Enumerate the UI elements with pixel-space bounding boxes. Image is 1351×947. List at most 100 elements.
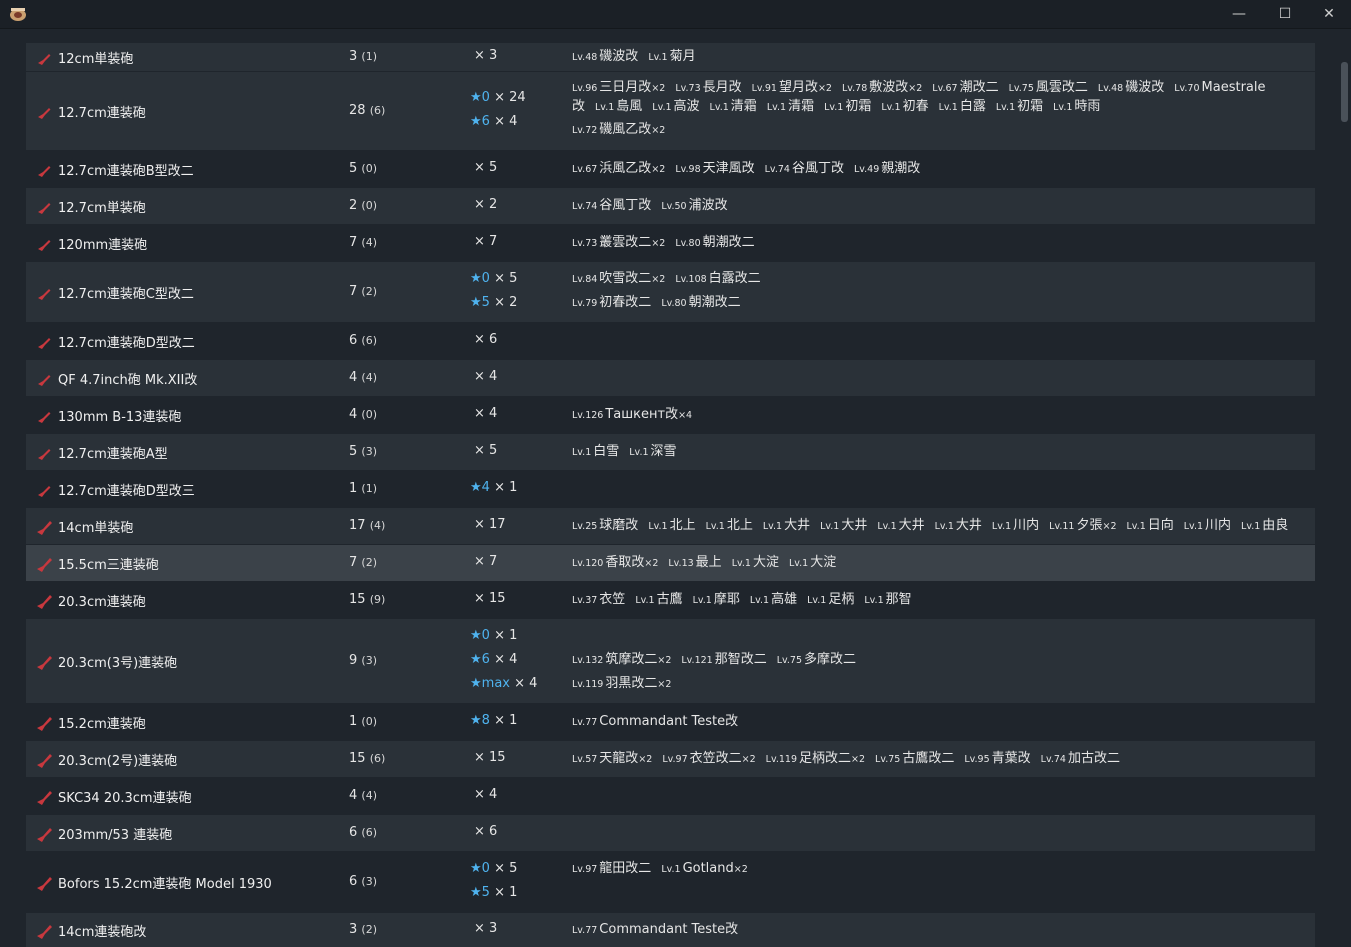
- equipment-name: 12.7cm連装砲A型: [58, 447, 168, 462]
- ship-entry: Lv.1 初霜: [824, 99, 871, 114]
- ship-entry: Lv.57 天龍改×2: [572, 751, 652, 766]
- ship-level: Lv.80: [661, 298, 687, 309]
- equipment-row[interactable]: 12.7cm連装砲C型改二 7 (2) ★0 × 5 ★5 × 2 Lv.84 吹雪改二×…: [26, 262, 1315, 322]
- ship-entry: Lv.97 龍田改二: [572, 861, 651, 876]
- improvement-count: × 1: [494, 628, 518, 643]
- equipment-count: 7 (4): [349, 235, 377, 250]
- equipment-row[interactable]: 15.2cm連装砲 1 (0) ★8 × 1 Lv.77 Commandant Test…: [26, 704, 1315, 740]
- ship-level: Lv.1: [709, 102, 729, 113]
- equipment-row[interactable]: 12.7cm連装砲D型改三 1 (1) ★4 × 1: [26, 471, 1315, 507]
- ship-name: 高雄: [771, 592, 798, 607]
- ship-multiplier: ×2: [817, 83, 832, 94]
- ship-multiplier: ×2: [644, 558, 659, 569]
- gun-icon: [37, 595, 52, 609]
- improvement-count: × 1: [494, 885, 518, 900]
- equipment-row[interactable]: 20.3cm(3号)連装砲 9 (3) ★0 × 1 ★6 × 4 ★max × 4 Lv…: [26, 619, 1315, 703]
- ship-name: 初霜: [1017, 99, 1044, 114]
- improvement-level: × 5: [474, 443, 497, 458]
- ship-level: Lv.48: [572, 52, 598, 63]
- equipment-row[interactable]: 20.3cm連装砲 15 (9) × 15 Lv.37 衣笠 Lv.1 古鷹 Lv.1 摩耶 L…: [26, 582, 1315, 618]
- count-total: 5: [349, 444, 358, 459]
- ship-name: 那智: [885, 592, 912, 607]
- equipment-row[interactable]: 12.7cm連装砲A型 5 (3) × 5 Lv.1 白雪 Lv.1 深雪: [26, 434, 1315, 470]
- ship-entry: Lv.97 衣笠改二×2: [662, 751, 755, 766]
- ship-name: 望月改: [778, 80, 818, 95]
- equipment-row[interactable]: 130mm B-13連装砲 4 (0) × 4 Lv.126 Ташкент改×4: [26, 397, 1315, 433]
- ship-level: Lv.1: [635, 595, 655, 606]
- ship-name: 衣笠: [599, 592, 626, 607]
- count-total: 9: [349, 653, 358, 668]
- improvement-level: × 3: [474, 48, 497, 63]
- scrollbar-thumb[interactable]: [1341, 62, 1348, 122]
- equipment-row[interactable]: 15.5cm三連装砲 7 (2) × 7 Lv.120 香取改×2 Lv.13 最上 Lv.…: [26, 545, 1315, 581]
- count-total: 6: [349, 874, 358, 889]
- improvement-level: ★6 × 4: [470, 114, 517, 129]
- ship-entry: Lv.77 Commandant Teste改: [572, 922, 738, 937]
- gun-icon: [37, 558, 52, 572]
- scrollbar-track[interactable]: [1337, 29, 1351, 947]
- count-locked: (6): [369, 104, 386, 117]
- ship-level: Lv.1: [731, 558, 751, 569]
- ship-level: Lv.1: [648, 52, 668, 63]
- equipment-row[interactable]: 20.3cm(2号)連装砲 15 (6) × 15 Lv.57 天龍改×2 Lv.97 衣…: [26, 741, 1315, 777]
- equipment-row[interactable]: 12.7cm連装砲 28 (6) ★0 × 24 ★6 × 4 Lv.96 三日月改×2 L…: [26, 72, 1315, 150]
- ship-level: Lv.73: [675, 83, 701, 94]
- equipment-row[interactable]: 120mm連装砲 7 (4) × 7 Lv.73 叢雲改二×2 Lv.80 朝潮改二: [26, 225, 1315, 261]
- ship-entry: Lv.75 風雲改二: [1009, 80, 1088, 95]
- ship-list: Lv.37 衣笠 Lv.1 古鷹 Lv.1 摩耶 Lv.1 高雄 Lv.1 足柄 Lv.1 那智: [572, 591, 922, 610]
- ship-level: Lv.77: [572, 925, 598, 936]
- star-level: ★4: [470, 480, 490, 495]
- equipment-count: 3 (1): [349, 49, 377, 64]
- equipment-list: 12cm単装砲 3 (1) × 3 Lv.48 磯波改 Lv.1 菊月 12.7cm連装砲 2…: [0, 29, 1351, 947]
- ship-level: Lv.1: [648, 521, 668, 532]
- improvement-count: × 7: [474, 554, 498, 569]
- ship-level: Lv.108: [675, 274, 707, 285]
- equipment-row[interactable]: 14cm単装砲 17 (4) × 17 Lv.25 球磨改 Lv.1 北上 Lv.1 北上 Lv…: [26, 508, 1315, 544]
- ship-name: Commandant Teste改: [599, 922, 739, 937]
- ship-name: 叢雲改二: [599, 235, 652, 250]
- gun-icon: [37, 925, 52, 939]
- equipment-row[interactable]: 12cm単装砲 3 (1) × 3 Lv.48 磯波改 Lv.1 菊月: [26, 43, 1315, 71]
- improvement-count: × 5: [494, 861, 518, 876]
- equipment-count: 17 (4): [349, 518, 385, 533]
- improvement-count: × 4: [474, 369, 498, 384]
- ship-entry: Lv.1 川内: [1184, 518, 1231, 533]
- count-locked: (2): [361, 923, 378, 936]
- equipment-row[interactable]: 203mm/53 連装砲 6 (6) × 6: [26, 815, 1315, 851]
- ship-level: Lv.37: [572, 595, 598, 606]
- ship-name: 大井: [955, 518, 982, 533]
- equipment-row[interactable]: 14cm連装砲改 3 (2) × 3 Lv.77 Commandant Teste改: [26, 913, 1315, 947]
- ship-entry: Lv.1 大井: [820, 518, 867, 533]
- ship-level: Lv.132: [572, 655, 604, 666]
- ship-entry: Lv.11 夕張×2: [1049, 518, 1116, 533]
- ship-name: 初春: [902, 99, 929, 114]
- ship-entry: Lv.1 摩耶: [693, 592, 740, 607]
- ship-multiplier: ×2: [651, 274, 666, 285]
- equipment-row[interactable]: 12.7cm連装砲D型改二 6 (6) × 6: [26, 323, 1315, 359]
- gun-icon: [38, 375, 51, 386]
- equipment-row[interactable]: Bofors 15.2cm連装砲 Model 1930 6 (3) ★0 × 5 ★5…: [26, 852, 1315, 912]
- gun-icon: [38, 108, 51, 119]
- ship-name: Gotland: [682, 861, 734, 876]
- ship-entry: Lv.37 衣笠: [572, 592, 625, 607]
- equipment-row[interactable]: 12.7cm連装砲B型改二 5 (0) × 5 Lv.67 浜風乙改×2 Lv.98 天津…: [26, 151, 1315, 187]
- minimize-button[interactable]: —: [1216, 0, 1262, 28]
- ship-multiplier: ×4: [678, 410, 693, 421]
- equipment-row[interactable]: QF 4.7inch砲 Mk.XII改 4 (4) × 4: [26, 360, 1315, 396]
- ship-entry: Lv.1 足柄: [807, 592, 854, 607]
- count-locked: (6): [369, 752, 386, 765]
- ship-entry: Lv.78 敷波改×2: [842, 80, 922, 95]
- equipment-row[interactable]: SKC34 20.3cm連装砲 4 (4) × 4: [26, 778, 1315, 814]
- gun-icon: [37, 877, 52, 891]
- maximize-button[interactable]: ☐: [1262, 0, 1308, 28]
- close-button[interactable]: ✕: [1306, 0, 1351, 28]
- ship-level: Lv.13: [668, 558, 694, 569]
- count-locked: (3): [361, 654, 378, 667]
- ship-entry: Lv.75 古鷹改二: [875, 751, 954, 766]
- equipment-name: 20.3cm(2号)連装砲: [58, 754, 178, 769]
- equipment-name: 20.3cm連装砲: [58, 595, 146, 610]
- ship-name: 初春改二: [599, 295, 652, 310]
- equipment-row[interactable]: 12.7cm単装砲 2 (0) × 2 Lv.74 谷風丁改 Lv.50 浦波改: [26, 188, 1315, 224]
- ship-list: Lv.48 磯波改 Lv.1 菊月: [572, 48, 706, 67]
- ship-entry: Lv.80 朝潮改二: [675, 235, 754, 250]
